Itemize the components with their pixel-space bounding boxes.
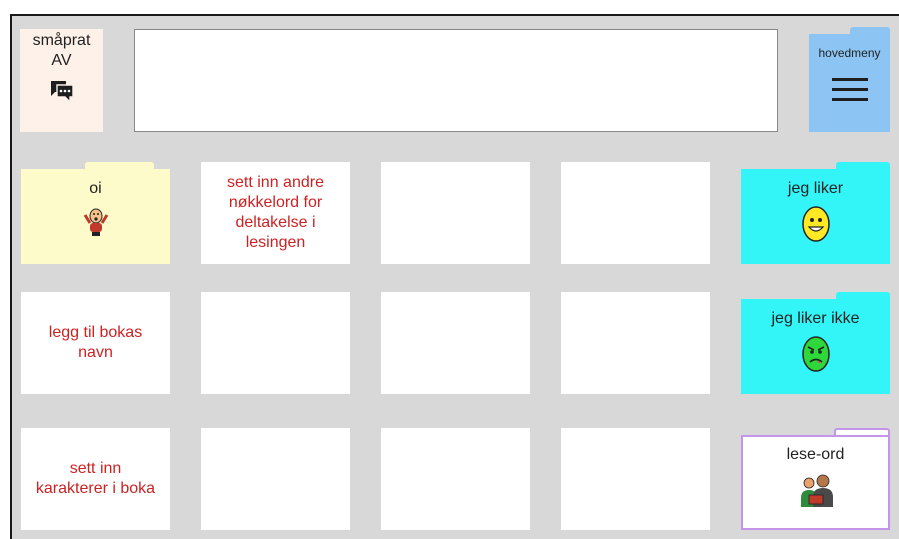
empty-cell[interactable] xyxy=(381,162,530,264)
chat-bubbles-icon xyxy=(50,81,74,103)
angry-face-icon xyxy=(801,336,830,372)
folder-tab xyxy=(849,27,890,36)
empty-cell[interactable] xyxy=(381,428,530,530)
folder-jeg-liker-ikke-label: jeg liker ikke xyxy=(771,310,860,327)
folder-tab xyxy=(836,292,890,301)
placeholder-characters[interactable]: sett inn karakterer i boka xyxy=(21,428,170,530)
hamburger-menu-icon xyxy=(831,78,868,101)
folder-tab xyxy=(836,162,890,171)
folder-top-border xyxy=(741,435,890,437)
main-menu-button[interactable]: hovedmeny xyxy=(809,27,890,132)
small-talk-state: AV xyxy=(51,52,72,69)
folder-lese-ord[interactable]: lese-ord xyxy=(741,428,890,530)
surprised-person-icon xyxy=(83,208,108,236)
folder-jeg-liker[interactable]: jeg liker xyxy=(741,162,890,264)
empty-cell[interactable] xyxy=(561,428,710,530)
happy-face-icon xyxy=(801,206,830,242)
folder-oi[interactable]: oi xyxy=(21,162,170,264)
small-talk-toggle[interactable]: småprat AV xyxy=(20,29,103,132)
top-margin xyxy=(0,0,899,14)
reading-people-icon xyxy=(800,474,833,507)
small-talk-label: småprat xyxy=(32,32,91,49)
placeholder-book-name[interactable]: legg til bokas navn xyxy=(21,292,170,394)
empty-cell[interactable] xyxy=(561,292,710,394)
folder-jeg-liker-ikke[interactable]: jeg liker ikke xyxy=(741,292,890,394)
placeholder-book-name-label: legg til bokas navn xyxy=(48,324,143,361)
placeholder-keywords[interactable]: sett inn andre nøkkelord for deltakelse … xyxy=(201,162,350,264)
placeholder-keywords-label: sett inn andre nøkkelord for deltakelse … xyxy=(227,174,324,251)
main-menu-label: hovedmeny xyxy=(818,46,881,60)
empty-cell[interactable] xyxy=(201,428,350,530)
folder-oi-label: oi xyxy=(89,180,102,197)
placeholder-characters-label: sett inn karakterer i boka xyxy=(35,460,156,497)
folder-jeg-liker-label: jeg liker xyxy=(787,180,844,197)
empty-cell[interactable] xyxy=(381,292,530,394)
folder-lese-ord-label: lese-ord xyxy=(786,446,845,463)
empty-cell[interactable] xyxy=(201,292,350,394)
empty-cell[interactable] xyxy=(561,162,710,264)
folder-tab xyxy=(85,162,154,171)
message-bar[interactable] xyxy=(134,29,778,132)
